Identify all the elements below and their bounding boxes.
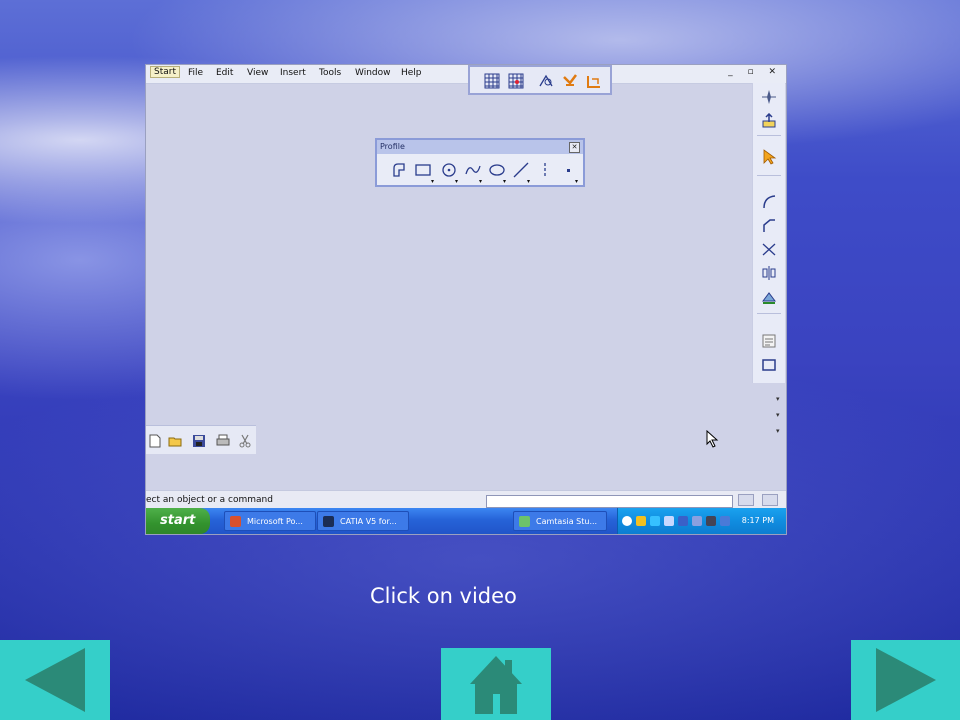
windows-taskbar: start Microsoft Po... CATIA V5 for... Ca… <box>146 508 786 534</box>
forward-button[interactable] <box>851 640 960 720</box>
triangle-right-icon <box>876 648 936 712</box>
triangle-left-icon <box>25 648 85 712</box>
profile-toolbar: Profile ✕ ▾ ▾ ▾ ▾ ▾ ▾ <box>375 138 585 187</box>
new-file-icon[interactable] <box>148 434 162 448</box>
taskbar-button-label: CATIA V5 for... <box>340 517 397 526</box>
tray-volume-icon[interactable] <box>664 516 674 526</box>
video-screenshot[interactable]: Start File Edit View Insert Tools Window… <box>145 64 787 535</box>
powerpoint-icon <box>230 516 241 527</box>
tray-sync-icon[interactable] <box>720 516 730 526</box>
window-controls[interactable]: _ ▫ ✕ <box>728 67 782 77</box>
menu-view[interactable]: View <box>247 68 268 78</box>
tray-expand-icon[interactable] <box>622 516 632 526</box>
start-button[interactable]: start <box>146 508 210 534</box>
home-button[interactable] <box>441 648 551 720</box>
status-icon-1[interactable] <box>738 494 754 506</box>
trim-icon[interactable] <box>761 241 777 257</box>
right-toolbar <box>752 83 785 383</box>
grid-icon[interactable] <box>484 73 500 89</box>
open-folder-icon[interactable] <box>168 434 182 448</box>
profile-close-button[interactable]: ✕ <box>569 142 580 153</box>
slide-caption[interactable]: Click on video <box>370 584 517 608</box>
menu-insert[interactable]: Insert <box>280 68 306 78</box>
menu-help[interactable]: Help <box>401 68 422 78</box>
back-button[interactable] <box>0 640 110 720</box>
exit-workbench-icon[interactable] <box>761 113 777 129</box>
menu-bar: Start File Edit View Insert Tools Window… <box>146 65 786 84</box>
print-icon[interactable] <box>216 434 230 448</box>
taskbar-clock: 8:17 PM <box>741 516 774 525</box>
command-input[interactable] <box>486 495 733 508</box>
tray-wifi-icon[interactable] <box>692 516 702 526</box>
status-prompt: ect an object or a command <box>146 495 273 505</box>
taskbar-button-label: Microsoft Po... <box>247 517 303 526</box>
taskbar-button-catia[interactable]: CATIA V5 for... <box>317 511 409 531</box>
menu-window[interactable]: Window <box>355 68 391 78</box>
taskbar-button-label: Camtasia Stu... <box>536 517 598 526</box>
toolbar-separator <box>757 135 781 136</box>
tray-warning-icon[interactable] <box>636 516 646 526</box>
compass-icon[interactable] <box>761 89 777 105</box>
toolbar-separator <box>757 175 781 176</box>
house-icon <box>470 656 522 714</box>
mirror-icon[interactable] <box>761 265 777 281</box>
system-tray: 8:17 PM <box>617 508 786 534</box>
line-icon[interactable] <box>513 162 529 178</box>
auto-constraint-icon[interactable] <box>761 357 777 373</box>
chamfer-icon[interactable] <box>761 217 777 233</box>
dimension-icon[interactable] <box>586 73 602 89</box>
tray-network-icon[interactable] <box>650 516 660 526</box>
taskbar-button-camtasia[interactable]: Camtasia Stu... <box>513 511 607 531</box>
top-toolbar <box>468 65 612 95</box>
mouse-cursor-icon <box>706 430 719 448</box>
save-icon[interactable] <box>192 434 206 448</box>
taskbar-button-powerpoint[interactable]: Microsoft Po... <box>224 511 316 531</box>
toolbar-separator <box>757 313 781 314</box>
ellipse-icon[interactable] <box>489 162 505 178</box>
profile-toolbar-title[interactable]: Profile ✕ <box>377 140 583 154</box>
tray-app-icon[interactable] <box>678 516 688 526</box>
corner-icon[interactable] <box>761 193 777 209</box>
construction-icon[interactable] <box>538 73 554 89</box>
camtasia-icon <box>519 516 530 527</box>
menu-start[interactable]: Start <box>150 66 180 78</box>
circle-icon[interactable] <box>441 162 457 178</box>
profile-icon[interactable] <box>391 162 407 178</box>
toolbar-overflow-arrows[interactable]: ▾ ▾ ▾ <box>776 395 786 455</box>
axis-icon[interactable] <box>537 162 553 178</box>
point-icon[interactable] <box>561 162 577 178</box>
spline-icon[interactable] <box>465 162 481 178</box>
menu-edit[interactable]: Edit <box>216 68 233 78</box>
snap-grid-icon[interactable] <box>508 73 524 89</box>
menu-file[interactable]: File <box>188 68 203 78</box>
profile-dropdown-arrows[interactable]: ▾ ▾ ▾ ▾ ▾ ▾ <box>377 178 583 186</box>
constraint-icon[interactable] <box>562 73 578 89</box>
tray-monitor-icon[interactable] <box>706 516 716 526</box>
status-bar: ect an object or a command <box>146 490 786 509</box>
standard-toolbar <box>146 425 256 454</box>
rectangle-icon[interactable] <box>415 162 431 178</box>
profile-title-text: Profile <box>380 142 405 151</box>
constraint-dialog-icon[interactable] <box>761 333 777 349</box>
menu-tools[interactable]: Tools <box>319 68 341 78</box>
catia-icon <box>323 516 334 527</box>
cut-icon[interactable] <box>238 434 252 448</box>
select-arrow-icon[interactable] <box>761 149 777 165</box>
project-3d-icon[interactable] <box>761 289 777 305</box>
status-icon-2[interactable] <box>762 494 778 506</box>
